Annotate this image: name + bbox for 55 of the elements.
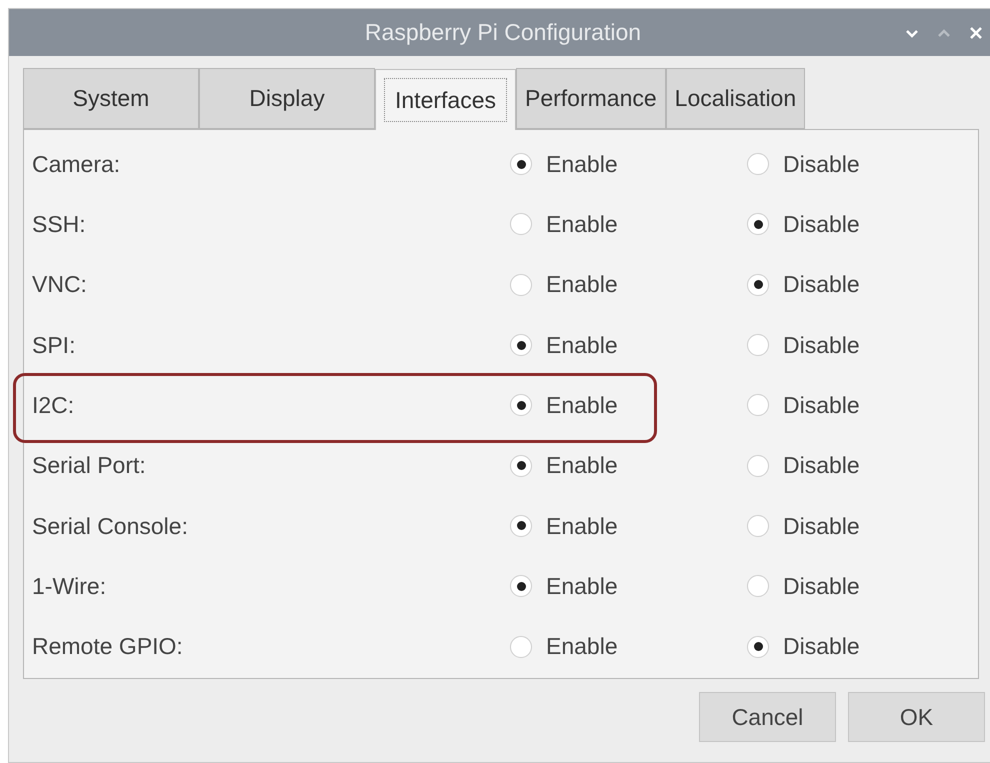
setting-label: I2C: [31, 391, 76, 420]
radio-button[interactable] [510, 575, 532, 598]
radio-button[interactable] [510, 454, 532, 477]
radio-button[interactable] [510, 334, 532, 356]
tab[interactable]: Localisation [666, 68, 806, 129]
radio-button[interactable] [747, 454, 769, 477]
radio-option[interactable]: Enable [510, 568, 747, 604]
radio-option[interactable]: Enable [510, 207, 747, 242]
setting-label: Remote GPIO: [31, 632, 184, 662]
radio-button[interactable] [510, 394, 532, 416]
minimize-icon[interactable] [905, 28, 919, 38]
radio-option[interactable]: Enable [510, 388, 747, 423]
radio-option[interactable]: Enable [510, 267, 747, 302]
radio-button[interactable] [747, 394, 769, 416]
setting-label: VNC: [31, 270, 88, 300]
radio-button[interactable] [510, 153, 532, 176]
radio-button[interactable] [747, 334, 769, 356]
radio-option[interactable]: Disable [747, 328, 860, 362]
radio-option[interactable]: Disable [747, 448, 860, 483]
radio-button[interactable] [510, 514, 532, 537]
radio-button[interactable] [747, 153, 769, 176]
radio-button[interactable] [747, 575, 769, 598]
radio-button[interactable] [510, 636, 532, 658]
setting-label: Camera: [31, 150, 122, 179]
tab[interactable]: System [23, 68, 199, 129]
tab[interactable]: Performance [516, 68, 666, 129]
dialog-button[interactable]: OK [848, 692, 985, 742]
close-icon[interactable] [969, 26, 983, 40]
radio-option[interactable]: Disable [747, 568, 860, 604]
window-title: Raspberry Pi Configuration [364, 18, 642, 48]
radio-option[interactable]: Disable [747, 267, 860, 302]
radio-option[interactable]: Enable [510, 328, 747, 362]
setting-label: Serial Port: [31, 451, 147, 480]
radio-button[interactable] [747, 636, 769, 658]
setting-label: SSH: [31, 210, 87, 240]
radio-option[interactable]: Enable [510, 146, 747, 182]
setting-label: 1-Wire: [31, 572, 108, 601]
setting-label: SPI: [31, 330, 76, 360]
dialog-button[interactable]: Cancel [699, 692, 836, 742]
radio-option[interactable]: Disable [747, 508, 860, 544]
radio-option[interactable]: Disable [747, 207, 860, 242]
radio-button[interactable] [747, 213, 769, 236]
radio-button[interactable] [747, 514, 769, 537]
radio-option[interactable]: Disable [747, 388, 860, 423]
radio-button[interactable] [747, 274, 769, 296]
radio-option[interactable]: Enable [510, 508, 747, 544]
radio-option[interactable]: Enable [510, 629, 747, 664]
radio-option[interactable]: Disable [747, 146, 860, 182]
radio-option[interactable]: Enable [510, 448, 747, 483]
tab[interactable]: Display [199, 68, 375, 129]
radio-option[interactable]: Disable [747, 629, 860, 664]
radio-button[interactable] [510, 274, 532, 296]
radio-button[interactable] [510, 213, 532, 236]
setting-label: Serial Console: [31, 512, 189, 541]
tab[interactable]: Interfaces [375, 69, 516, 130]
